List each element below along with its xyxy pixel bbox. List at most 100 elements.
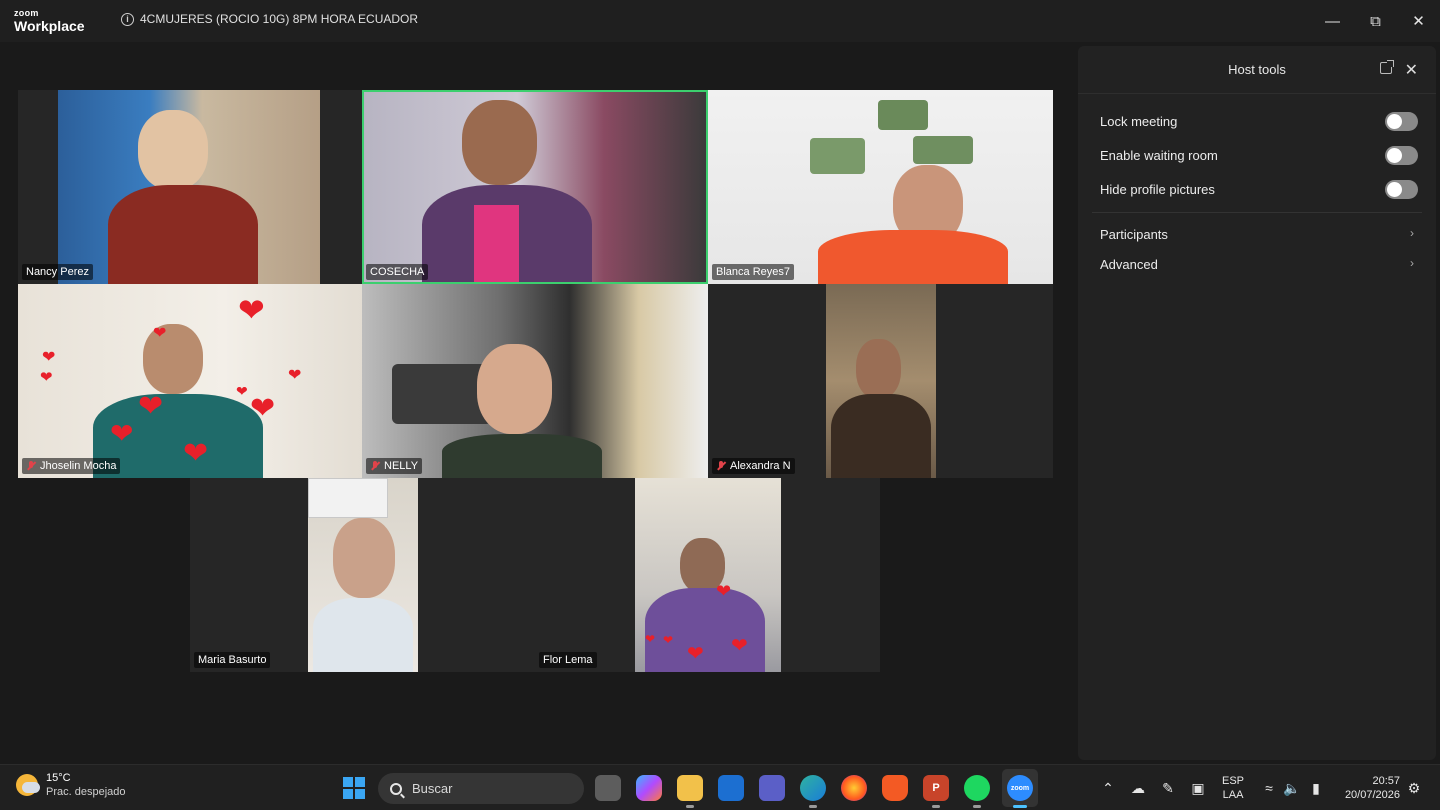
participant-name-label: Flor Lema	[539, 652, 597, 668]
video-tile-blanca-reyes7[interactable]: Blanca Reyes7	[708, 90, 1053, 284]
heart-reaction-icon: ❤	[687, 643, 704, 665]
participant-name-label: Jhoselin Mocha	[22, 458, 121, 474]
weather-description: Prac. despejado	[46, 786, 126, 798]
battery-icon[interactable]: ▮	[1307, 779, 1325, 797]
logo-text-top: zoom	[14, 8, 39, 18]
participant-video	[708, 90, 1053, 284]
heart-reaction-icon: ❤	[645, 632, 656, 646]
volume-icon[interactable]: 🔈	[1283, 779, 1301, 797]
windows-start-button[interactable]	[343, 777, 365, 799]
teams-icon[interactable]	[759, 775, 785, 801]
logo-text-bottom: Workplace	[14, 18, 85, 34]
search-placeholder: Buscar	[412, 781, 453, 796]
powerpoint-icon[interactable]: P	[923, 775, 949, 808]
heart-reaction-icon: ❤	[250, 392, 276, 425]
participant-name-label: Alexandra N	[712, 458, 795, 474]
clock-date: 20/07/2026	[1344, 789, 1400, 801]
copilot-icon[interactable]	[636, 775, 662, 801]
advanced-label: Advanced	[1100, 256, 1158, 272]
zoom-app-icon[interactable]: zoom	[1007, 775, 1033, 808]
keyboard-layout: LAA	[1222, 789, 1244, 801]
video-tile-nancy-perez[interactable]: Nancy Perez	[18, 90, 362, 284]
participant-video	[362, 90, 708, 284]
lock-meeting-row[interactable]: Lock meeting	[1078, 104, 1436, 138]
heart-reaction-icon: ❤	[731, 635, 748, 657]
heart-reaction-icon: ❤	[183, 437, 209, 470]
outlook-icon[interactable]	[718, 775, 744, 801]
heart-reaction-icon: ❤	[238, 292, 265, 328]
meeting-info[interactable]: i 4CMUJERES (ROCIO 10G) 8PM HORA ECUADOR	[121, 12, 418, 26]
video-tile-alexandra-n[interactable]: Alexandra N	[708, 284, 1053, 478]
display-icon[interactable]: ▣	[1189, 779, 1207, 797]
edge-browser-icon[interactable]	[800, 775, 826, 808]
input-language[interactable]: ESP LAA	[1222, 774, 1244, 802]
meeting-title: 4CMUJERES (ROCIO 10G) 8PM HORA ECUADOR	[140, 12, 419, 26]
participant-video	[308, 478, 418, 672]
divider	[1092, 212, 1422, 213]
brave-browser-icon[interactable]	[882, 775, 908, 801]
file-explorer-icon[interactable]	[677, 775, 703, 808]
participant-name-label: COSECHA	[366, 264, 429, 280]
pen-icon[interactable]: ✎	[1159, 779, 1177, 797]
zoom-workplace-logo: zoom Workplace	[14, 8, 85, 34]
hide-profile-pictures-label: Hide profile pictures	[1100, 181, 1215, 197]
heart-reaction-icon: ❤	[110, 418, 134, 449]
hide-profile-pictures-toggle[interactable]	[1385, 180, 1418, 199]
onedrive-cloud-icon[interactable]: ☁	[1129, 779, 1147, 797]
restore-button[interactable]: ⧉	[1354, 0, 1397, 42]
lock-meeting-toggle[interactable]	[1385, 112, 1418, 131]
video-tile-cosecha[interactable]: COSECHA	[362, 90, 708, 284]
spotify-icon[interactable]	[964, 775, 990, 808]
heart-reaction-icon: ❤	[138, 390, 164, 423]
waiting-room-row[interactable]: Enable waiting room	[1078, 138, 1436, 172]
participant-video	[635, 478, 781, 672]
pop-out-icon[interactable]	[1380, 60, 1394, 74]
participant-name-label: Nancy Perez	[22, 264, 93, 280]
title-bar: zoom Workplace i 4CMUJERES (ROCIO 10G) 8…	[0, 0, 1440, 42]
chevron-right-icon: ›	[1410, 226, 1414, 240]
participants-link[interactable]: Participants ›	[1078, 219, 1436, 249]
participant-name-label: NELLY	[366, 458, 423, 474]
notification-bell-icon[interactable]: ⚙	[1405, 779, 1423, 797]
participant-video	[362, 284, 708, 478]
video-tile-flor-lema[interactable]: ❤ ❤ ❤ ❤ ❤ Flor Lema	[535, 478, 880, 672]
lock-meeting-label: Lock meeting	[1100, 113, 1178, 129]
taskbar-search[interactable]: Buscar	[378, 773, 584, 804]
heart-reaction-icon: ❤	[40, 369, 53, 386]
weather-widget[interactable]: 15°C Prac. despejado	[16, 772, 126, 798]
hide-profile-pictures-row[interactable]: Hide profile pictures	[1078, 172, 1436, 206]
waiting-room-toggle[interactable]	[1385, 146, 1418, 165]
partly-cloudy-icon	[16, 774, 40, 796]
info-icon[interactable]: i	[121, 12, 134, 26]
participant-video	[58, 90, 320, 284]
chevron-up-icon[interactable]: ⌃	[1099, 779, 1117, 797]
language-code: ESP	[1222, 775, 1245, 787]
video-tile-maria-basurto[interactable]: Maria Basurto	[190, 478, 535, 672]
video-tile-nelly[interactable]: NELLY	[362, 284, 708, 478]
mic-muted-icon	[26, 461, 36, 471]
search-icon	[390, 782, 402, 795]
host-tools-header: Host tools ✕	[1078, 46, 1436, 94]
window-controls: — ⧉ ✕	[1311, 0, 1440, 42]
advanced-link[interactable]: Advanced ›	[1078, 249, 1436, 279]
participant-name-label: Blanca Reyes7	[712, 264, 794, 280]
video-tile-jhoselin-mocha[interactable]: ❤ ❤ ❤ ❤ ❤ ❤ ❤ ❤ ❤ ❤ Jhoselin Mocha	[18, 284, 362, 478]
participants-label: Participants	[1100, 226, 1168, 242]
firefox-icon[interactable]	[841, 775, 867, 801]
participant-name-label: Maria Basurto	[194, 652, 271, 668]
windows-taskbar: 15°C Prac. despejado Buscar P zoom ⌃ ☁ ✎…	[0, 764, 1440, 810]
minimize-button[interactable]: —	[1311, 0, 1354, 42]
wifi-icon[interactable]: ≈	[1260, 779, 1278, 797]
clock-time: 20:57	[1372, 775, 1400, 787]
close-window-button[interactable]: ✕	[1397, 0, 1440, 42]
mic-muted-icon	[716, 461, 726, 471]
system-clock[interactable]: 20:57 20/07/2026	[1338, 774, 1400, 802]
video-gallery: Nancy Perez COSECHA Blanca Reyes7 ❤ ❤ ❤ …	[0, 42, 1076, 764]
participant-video	[826, 284, 936, 478]
heart-reaction-icon: ❤	[42, 349, 56, 366]
host-tools-title: Host tools	[1228, 62, 1286, 77]
task-view-icon[interactable]	[595, 775, 621, 801]
close-panel-icon[interactable]: ✕	[1405, 60, 1418, 80]
heart-reaction-icon: ❤	[236, 383, 248, 399]
heart-reaction-icon: ❤	[663, 633, 674, 647]
